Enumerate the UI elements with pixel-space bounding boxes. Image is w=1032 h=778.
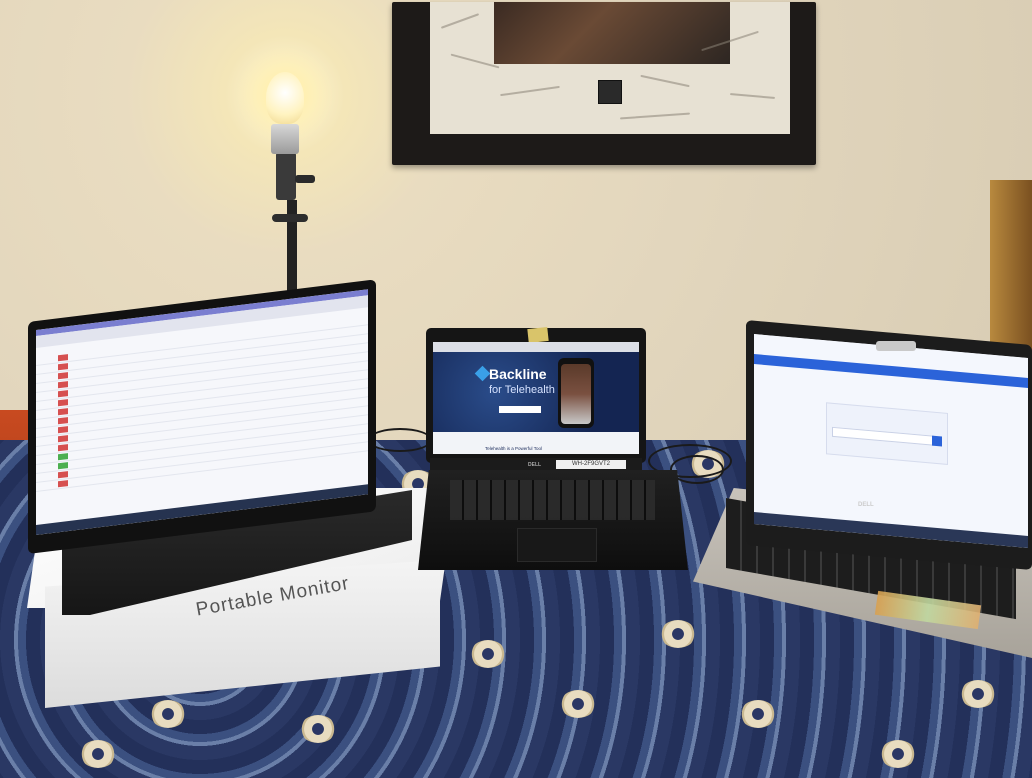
- cable: [368, 428, 432, 452]
- middle-laptop-screen: Backline for Telehealth Telehealth is a …: [433, 342, 639, 454]
- tablecloth-flower: [150, 700, 186, 728]
- emblem: [598, 80, 622, 104]
- tablecloth-flower: [80, 740, 116, 768]
- lamp-knob: [295, 175, 315, 183]
- portable-monitor-screen: [36, 289, 368, 535]
- light-bulb: [266, 72, 304, 124]
- tablecloth-flower: [560, 690, 596, 718]
- asset-tag: WH-2F9GVT2: [556, 460, 626, 469]
- right-laptop-screen: [754, 334, 1028, 548]
- app-tagline: for Telehealth: [489, 384, 555, 396]
- dell-logo: DELL: [528, 462, 542, 468]
- status-cell: [58, 480, 68, 488]
- lamp-ring: [272, 214, 308, 222]
- lid-sticker: [527, 326, 549, 344]
- video-call-image: [561, 364, 591, 424]
- tablecloth-flower: [470, 640, 506, 668]
- framed-photo: [494, 2, 730, 64]
- webcam-cover: [876, 341, 916, 351]
- lamp-socket: [271, 124, 299, 154]
- search-button: [932, 435, 942, 447]
- browser-bar: [433, 342, 639, 352]
- tablecloth-flower: [740, 700, 776, 728]
- middle-laptop-touchpad: [517, 528, 597, 562]
- cta-button: [499, 406, 541, 413]
- tablecloth-flower: [960, 680, 996, 708]
- lamp-neck: [276, 152, 296, 200]
- app-logo: Backline: [489, 366, 547, 382]
- tablecloth-flower: [880, 740, 916, 768]
- dell-logo: DELL: [858, 502, 874, 508]
- middle-laptop-keyboard: [450, 480, 655, 520]
- tablecloth-flower: [660, 620, 696, 648]
- footer-text: Telehealth is a Powerful Tool: [485, 446, 542, 451]
- tablecloth-flower: [300, 715, 336, 743]
